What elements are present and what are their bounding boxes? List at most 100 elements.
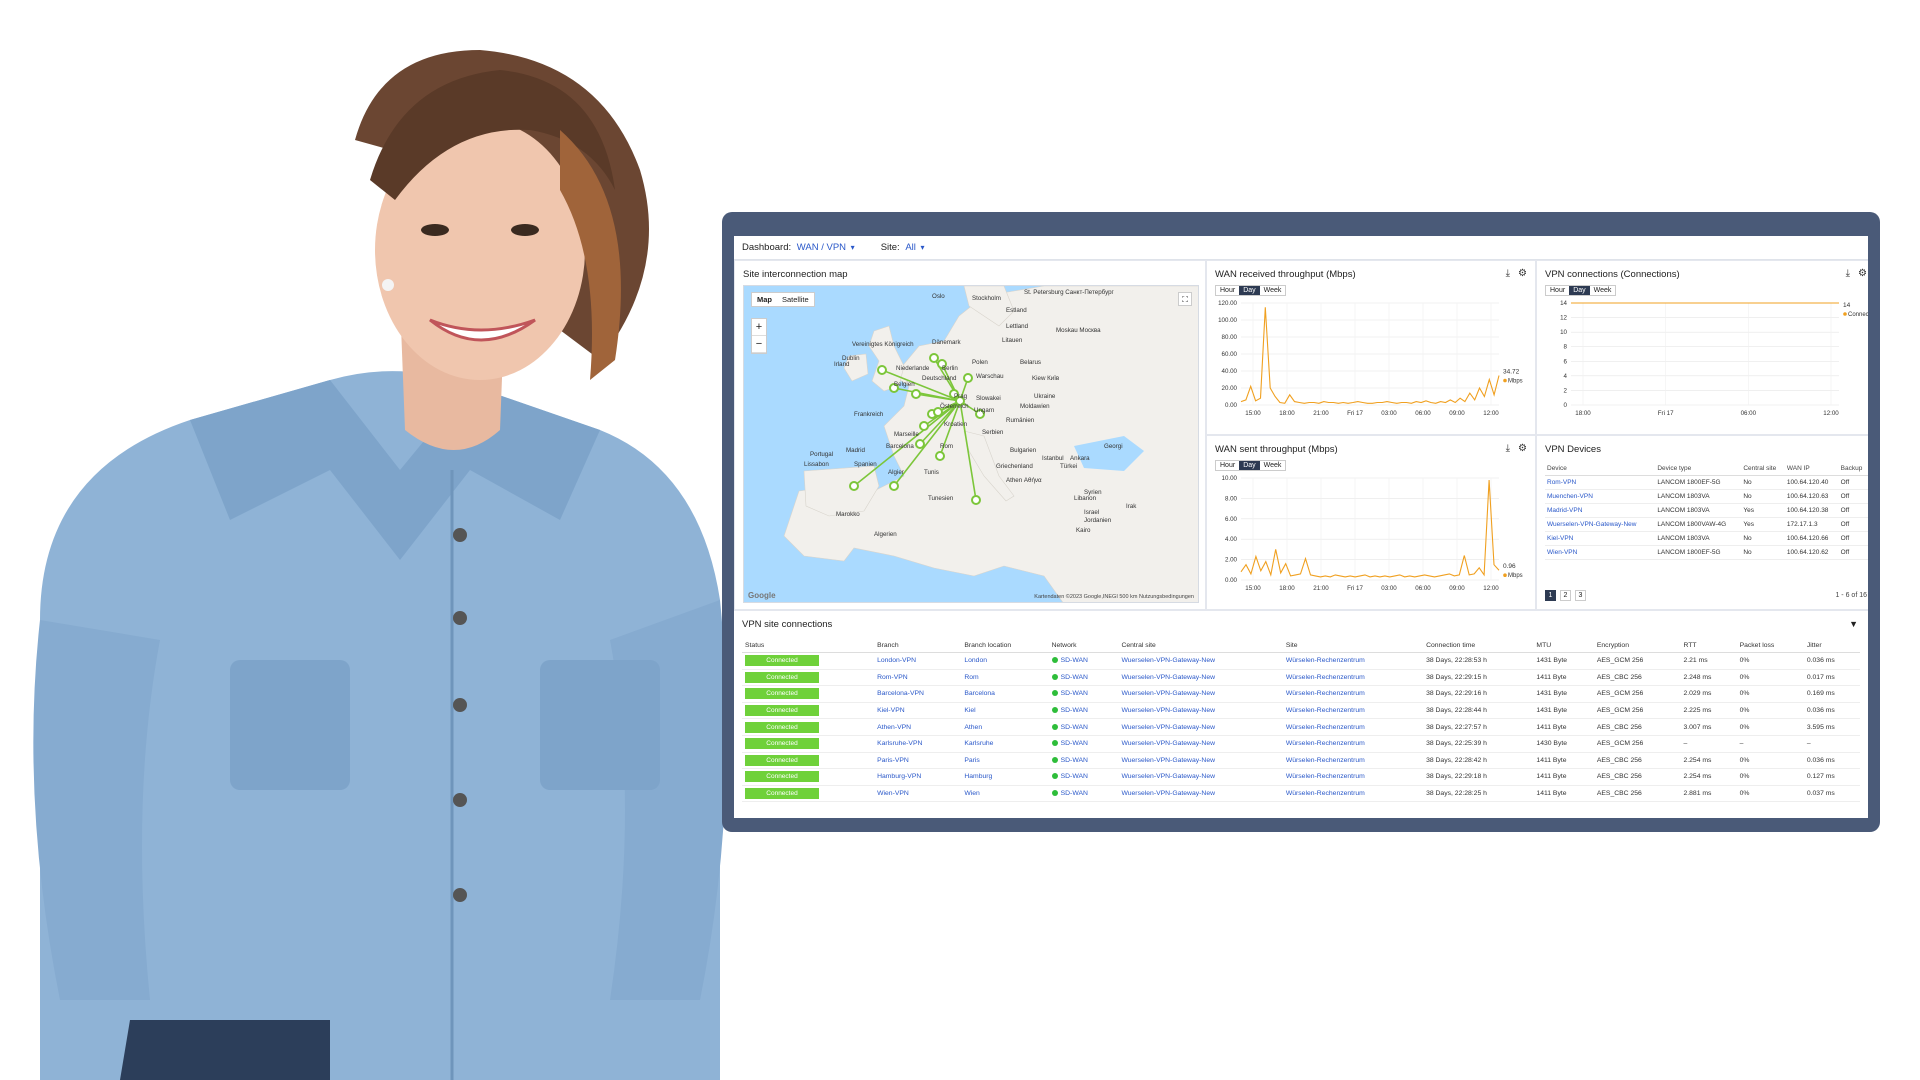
cell-link[interactable]: Wuerselen-VPN-Gateway-New bbox=[1121, 757, 1215, 764]
table-cell[interactable]: Wuerselen-VPN-Gateway-New bbox=[1118, 768, 1283, 786]
tab-day[interactable]: Day bbox=[1239, 461, 1260, 470]
table-row[interactable]: Connected Kiel-VPN Kiel SD-WAN Wuerselen-VPN… bbox=[742, 702, 1860, 720]
device-link[interactable]: Wien-VPN bbox=[1545, 545, 1656, 560]
cell-link[interactable]: Rom bbox=[964, 674, 978, 681]
table-cell[interactable]: Paris-VPN bbox=[874, 752, 962, 770]
map-site-node[interactable] bbox=[919, 421, 929, 431]
table-cell[interactable]: Würselen-Rechenzentrum bbox=[1282, 785, 1424, 803]
table-cell[interactable]: London bbox=[961, 652, 1049, 670]
zoom-in-button[interactable]: + bbox=[752, 319, 766, 336]
cell-link[interactable]: Wuerselen-VPN-Gateway-New bbox=[1121, 773, 1215, 780]
map-site-node[interactable] bbox=[971, 495, 981, 505]
gear-icon[interactable]: ⚙ bbox=[1518, 268, 1527, 279]
table-cell[interactable]: Rom-VPN bbox=[874, 669, 962, 687]
cell-link[interactable]: Kiel bbox=[964, 707, 975, 714]
map-type-toggle[interactable]: Map Satellite bbox=[751, 292, 815, 307]
page-button[interactable]: 2 bbox=[1560, 590, 1571, 601]
cell-link[interactable]: Paris-VPN bbox=[877, 757, 909, 764]
device-link[interactable]: Rom-VPN bbox=[1545, 475, 1656, 490]
map-canvas[interactable]: Oslo Stockholm St. Petersburg Санкт-Петерб… bbox=[743, 285, 1199, 603]
cell-link[interactable]: Wuerselen-VPN-Gateway-New bbox=[1121, 740, 1215, 747]
device-link[interactable]: Madrid-VPN bbox=[1545, 503, 1656, 518]
column-header[interactable]: Site bbox=[1282, 639, 1424, 653]
table-cell[interactable]: Barcelona bbox=[961, 685, 1049, 703]
map-site-node[interactable] bbox=[929, 353, 939, 363]
zoom-out-button[interactable]: − bbox=[752, 336, 766, 353]
table-cell[interactable]: Wuerselen-VPN-Gateway-New bbox=[1118, 685, 1283, 703]
cell-link[interactable]: Würselen-Rechenzentrum bbox=[1286, 657, 1365, 664]
table-cell[interactable]: Wuerselen-VPN-Gateway-New bbox=[1118, 669, 1283, 687]
map-site-node[interactable] bbox=[889, 481, 899, 491]
column-header[interactable]: Central site bbox=[1118, 639, 1283, 653]
cell-link[interactable]: Athen-VPN bbox=[877, 724, 911, 731]
table-cell[interactable]: Würselen-Rechenzentrum bbox=[1282, 652, 1424, 670]
cell-link[interactable]: Würselen-Rechenzentrum bbox=[1286, 690, 1365, 697]
filter-icon[interactable]: ▼ bbox=[1849, 619, 1858, 629]
cell-link[interactable]: Paris bbox=[964, 757, 980, 764]
map-site-node[interactable] bbox=[915, 439, 925, 449]
cell-link[interactable]: Hamburg bbox=[964, 773, 992, 780]
cell-link[interactable]: Würselen-Rechenzentrum bbox=[1286, 773, 1365, 780]
tab-hour[interactable]: Hour bbox=[1546, 286, 1569, 295]
table-cell[interactable]: Würselen-Rechenzentrum bbox=[1282, 685, 1424, 703]
cell-link[interactable]: Wien-VPN bbox=[877, 790, 909, 797]
chevron-down-icon[interactable]: ▾ bbox=[921, 243, 925, 252]
tab-week[interactable]: Week bbox=[1260, 461, 1286, 470]
map-site-node[interactable] bbox=[911, 389, 921, 399]
table-cell[interactable]: Würselen-Rechenzentrum bbox=[1282, 752, 1424, 770]
table-cell[interactable]: London-VPN bbox=[874, 652, 962, 670]
column-header[interactable]: MTU bbox=[1533, 639, 1594, 653]
tab-week[interactable]: Week bbox=[1260, 286, 1286, 295]
map-attribution[interactable]: Kartendaten ©2023 Google,INEGI 500 km Nu… bbox=[1034, 594, 1194, 600]
table-cell[interactable]: Wuerselen-VPN-Gateway-New bbox=[1118, 752, 1283, 770]
cell-link[interactable]: Wuerselen-VPN-Gateway-New bbox=[1121, 690, 1215, 697]
table-cell[interactable]: Wuerselen-VPN-Gateway-New bbox=[1118, 702, 1283, 720]
page-button[interactable]: 1 bbox=[1545, 590, 1556, 601]
map-site-node[interactable] bbox=[963, 373, 973, 383]
column-header[interactable]: Device type bbox=[1655, 462, 1742, 476]
cell-link[interactable]: Würselen-Rechenzentrum bbox=[1286, 790, 1365, 797]
column-header[interactable]: Device bbox=[1545, 462, 1656, 476]
column-header[interactable]: Status bbox=[742, 639, 875, 653]
cell-link[interactable]: Barcelona-VPN bbox=[877, 690, 924, 697]
table-cell[interactable]: Hamburg-VPN bbox=[874, 768, 962, 786]
table-row[interactable]: Connected Barcelona-VPN Barcelona SD-WAN Wue… bbox=[742, 685, 1860, 703]
table-row[interactable]: Connected Hamburg-VPN Hamburg SD-WAN Wuersel… bbox=[742, 768, 1860, 786]
map-site-node[interactable] bbox=[877, 365, 887, 375]
table-row[interactable]: Madrid-VPN LANCOM 1803VA Yes 100.64.120.38 O… bbox=[1545, 503, 1868, 518]
cell-link[interactable]: Karlsruhe bbox=[964, 740, 993, 747]
table-cell[interactable]: Athen bbox=[961, 718, 1049, 736]
table-cell[interactable]: Würselen-Rechenzentrum bbox=[1282, 768, 1424, 786]
column-header[interactable]: Jitter bbox=[1803, 639, 1860, 653]
table-cell[interactable]: Wuerselen-VPN-Gateway-New bbox=[1118, 652, 1283, 670]
table-cell[interactable]: Wuerselen-VPN-Gateway-New bbox=[1118, 718, 1283, 736]
device-link[interactable]: Kiel-VPN bbox=[1545, 531, 1656, 546]
tab-hour[interactable]: Hour bbox=[1216, 461, 1239, 470]
table-row[interactable]: Wien-VPN LANCOM 1800EF-5G No 100.64.120.62 O… bbox=[1545, 545, 1868, 560]
tab-hour[interactable]: Hour bbox=[1216, 286, 1239, 295]
table-cell[interactable]: Würselen-Rechenzentrum bbox=[1282, 669, 1424, 687]
table-cell[interactable]: Würselen-Rechenzentrum bbox=[1282, 702, 1424, 720]
table-row[interactable]: Connected Karlsruhe-VPN Karlsruhe SD-WAN Wue… bbox=[742, 735, 1860, 753]
tab-day[interactable]: Day bbox=[1569, 286, 1590, 295]
table-cell[interactable]: Hamburg bbox=[961, 768, 1049, 786]
dashboard-value[interactable]: WAN / VPN bbox=[797, 242, 846, 253]
download-icon[interactable]: ⤓ bbox=[1846, 268, 1850, 279]
gear-icon[interactable]: ⚙ bbox=[1518, 443, 1527, 454]
table-cell[interactable]: Wuerselen-VPN-Gateway-New bbox=[1118, 735, 1283, 753]
download-icon[interactable]: ⤓ bbox=[1506, 268, 1510, 279]
cell-link[interactable]: Würselen-Rechenzentrum bbox=[1286, 707, 1365, 714]
column-header[interactable]: Encryption bbox=[1593, 639, 1681, 653]
table-row[interactable]: Rom-VPN LANCOM 1800EF-5G No 100.64.120.40 Of… bbox=[1545, 475, 1868, 490]
cell-link[interactable]: Kiel-VPN bbox=[877, 707, 905, 714]
table-row[interactable]: Connected Wien-VPN Wien SD-WAN Wuerselen-VPN… bbox=[742, 785, 1860, 803]
dashboard-selector[interactable]: Dashboard: WAN / VPN ▾ bbox=[742, 242, 855, 253]
device-link[interactable]: Wuerselen-VPN-Gateway-New bbox=[1545, 517, 1656, 532]
cell-link[interactable]: Rom-VPN bbox=[877, 674, 908, 681]
cell-link[interactable]: Hamburg-VPN bbox=[877, 773, 921, 780]
cell-link[interactable]: Wuerselen-VPN-Gateway-New bbox=[1121, 657, 1215, 664]
table-cell[interactable]: Karlsruhe-VPN bbox=[874, 735, 962, 753]
cell-link[interactable]: Karlsruhe-VPN bbox=[877, 740, 922, 747]
page-button[interactable]: 3 bbox=[1575, 590, 1586, 601]
map-toggle-satellite[interactable]: Satellite bbox=[777, 293, 814, 306]
